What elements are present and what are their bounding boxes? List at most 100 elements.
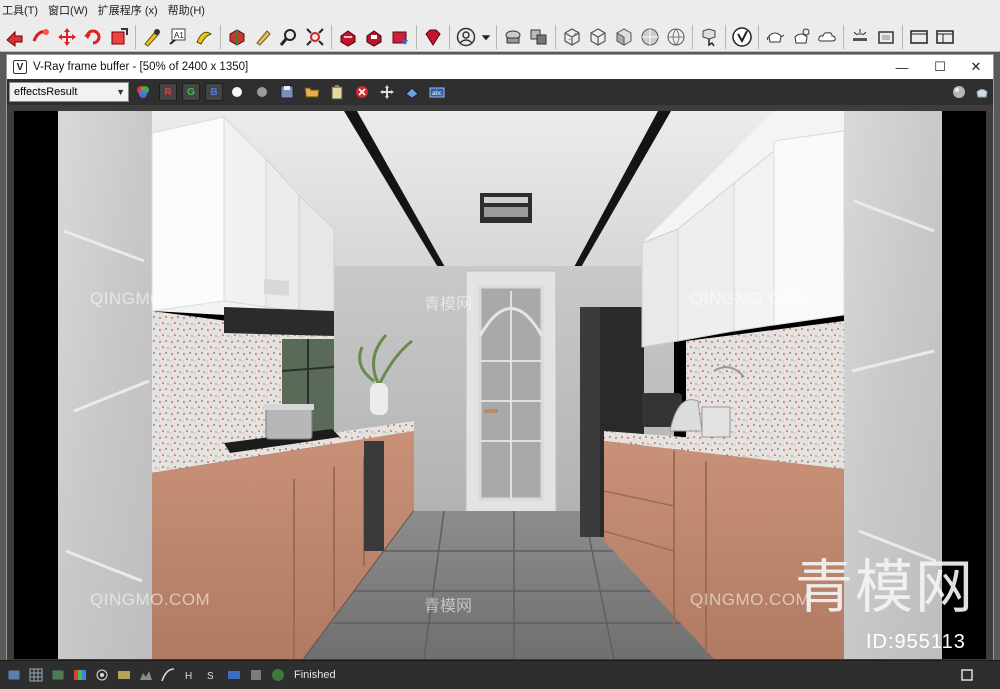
clipboard-icon[interactable] xyxy=(326,82,348,102)
history-icon[interactable] xyxy=(6,667,22,683)
exposure-icon[interactable] xyxy=(116,667,132,683)
menu-window[interactable]: 窗口(W) xyxy=(44,0,94,22)
toolbar-separator xyxy=(496,25,497,49)
sphere-icon[interactable] xyxy=(637,24,663,50)
watermark-logo-text: 青模网 xyxy=(424,296,473,313)
frame-icon[interactable] xyxy=(873,24,899,50)
toolbar-separator xyxy=(692,25,693,49)
application-toolbar: 工具(T) 窗口(W) 扩展程序 (x) 帮助(H) A1 xyxy=(0,0,1000,52)
render-frame-icon[interactable] xyxy=(361,24,387,50)
menu-extensions[interactable]: 扩展程序 (x) xyxy=(94,0,164,22)
toolbar-separator xyxy=(416,25,417,49)
watermark-domain: QINGMO.COM xyxy=(90,590,211,609)
snap-icon[interactable] xyxy=(139,24,165,50)
chevron-down-icon[interactable] xyxy=(479,24,493,50)
maximize-button[interactable]: ☐ xyxy=(921,55,959,79)
globe-icon[interactable] xyxy=(663,24,689,50)
fit-icon[interactable] xyxy=(302,24,328,50)
region-render-icon[interactable] xyxy=(401,82,423,102)
menu-tools[interactable]: 工具(T) xyxy=(0,0,44,22)
light-icon[interactable] xyxy=(847,24,873,50)
brush-icon[interactable] xyxy=(250,24,276,50)
close-button[interactable]: ✕ xyxy=(957,55,995,79)
watermark-domain: QINGMO.COM xyxy=(690,289,811,308)
menu-help[interactable]: 帮助(H) xyxy=(164,0,211,22)
watermark-logo-text: 青模网 xyxy=(424,598,473,615)
box-shaded-icon[interactable] xyxy=(611,24,637,50)
select-move-icon[interactable] xyxy=(54,24,80,50)
saturation-icon[interactable]: S xyxy=(204,667,220,683)
gem-icon[interactable] xyxy=(420,24,446,50)
user-icon[interactable] xyxy=(453,24,479,50)
watermark-domain: QINGMO.COM xyxy=(690,590,811,609)
teapot-lights-icon[interactable] xyxy=(788,24,814,50)
vray-logo-icon[interactable] xyxy=(729,24,755,50)
render-env-icon[interactable] xyxy=(387,24,413,50)
red-channel-button[interactable]: R xyxy=(159,83,177,101)
lut-status-icon[interactable] xyxy=(226,667,242,683)
save-icon[interactable] xyxy=(276,82,298,102)
track-mouse-icon[interactable] xyxy=(376,82,398,102)
green-channel-label: G xyxy=(187,86,195,98)
clear-icon[interactable] xyxy=(351,82,373,102)
box-icon[interactable] xyxy=(585,24,611,50)
chevron-down-icon: ▼ xyxy=(116,87,125,97)
watermark-domain: QINGMO.COM xyxy=(90,289,211,308)
text-icon[interactable]: A1 xyxy=(165,24,191,50)
minimize-button[interactable]: — xyxy=(883,55,921,79)
levels-icon[interactable] xyxy=(138,667,154,683)
render-channel-select[interactable]: effectsResult ▼ xyxy=(9,82,129,102)
toolbar-separator xyxy=(449,25,450,49)
material-icon[interactable] xyxy=(224,24,250,50)
toolbar-separator xyxy=(135,25,136,49)
toolbar-separator xyxy=(902,25,903,49)
layout-icon[interactable] xyxy=(932,24,958,50)
green-channel-button[interactable]: G xyxy=(182,83,200,101)
select-hand-icon[interactable] xyxy=(696,24,722,50)
lens-effects-icon[interactable] xyxy=(94,667,110,683)
svg-text:S: S xyxy=(207,671,214,682)
rotate-icon[interactable] xyxy=(80,24,106,50)
zoom-icon[interactable] xyxy=(276,24,302,50)
teapot-icon[interactable] xyxy=(762,24,788,50)
toolbar-separator xyxy=(725,25,726,49)
toolbar-separator xyxy=(331,25,332,49)
render-info-icon[interactable] xyxy=(270,667,286,683)
svg-text:A1: A1 xyxy=(174,31,184,40)
render-teapot-icon[interactable] xyxy=(335,24,361,50)
stop-render-icon[interactable] xyxy=(960,668,974,682)
hue-icon[interactable]: H xyxy=(182,667,198,683)
stamp-icon[interactable] xyxy=(248,667,264,683)
cloud-icon[interactable] xyxy=(814,24,840,50)
render-channel-value: effectsResult xyxy=(14,86,78,98)
window-titlebar[interactable]: V V-Ray frame buffer - [50% of 2400 x 13… xyxy=(7,55,993,79)
toolbar-separator xyxy=(555,25,556,49)
shapes-icon[interactable] xyxy=(500,24,526,50)
watermark-logo-large: 青模网 xyxy=(795,553,976,621)
grid-icon[interactable] xyxy=(28,667,44,683)
gray-dot-icon[interactable] xyxy=(251,82,273,102)
scale-icon[interactable] xyxy=(106,24,132,50)
lut-icon[interactable]: abc xyxy=(426,82,448,102)
toolbar-separator xyxy=(758,25,759,49)
window-icon[interactable] xyxy=(906,24,932,50)
open-folder-icon[interactable] xyxy=(301,82,323,102)
curves-icon[interactable] xyxy=(160,667,176,683)
svg-text:abc: abc xyxy=(432,91,442,97)
paint-icon[interactable] xyxy=(191,24,217,50)
render-sphere-icon[interactable] xyxy=(948,82,970,102)
layers-icon[interactable] xyxy=(526,24,552,50)
svg-text:H: H xyxy=(185,671,192,682)
color-channels-icon[interactable] xyxy=(132,82,154,102)
redo-icon[interactable] xyxy=(2,24,28,50)
compare-icon[interactable] xyxy=(50,667,66,683)
box-wire-icon[interactable] xyxy=(559,24,585,50)
teapot-render-icon[interactable] xyxy=(971,82,993,102)
vfb-toolbar: effectsResult ▼ R G B abc xyxy=(7,79,993,105)
blue-channel-button[interactable]: B xyxy=(205,83,223,101)
blue-channel-label: B xyxy=(210,86,218,98)
link-icon[interactable] xyxy=(28,24,54,50)
main-toolstrip: A1 xyxy=(0,22,1000,52)
color-corrections-icon[interactable] xyxy=(72,667,88,683)
white-dot-icon[interactable] xyxy=(226,82,248,102)
